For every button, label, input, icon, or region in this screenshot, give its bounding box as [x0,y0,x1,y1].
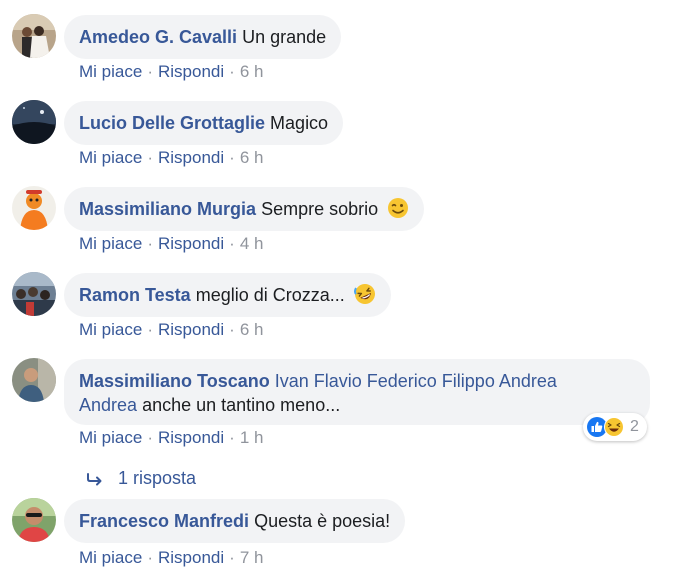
comment-text: Un grande [242,27,327,47]
night-sky-avatar[interactable] [12,100,56,144]
separator-dot: · [147,320,153,339]
separator-dot: · [147,428,153,447]
like-link[interactable]: Mi piace [79,320,142,339]
comment-text: Questa è poesia! [254,511,391,531]
comment-text: Magico [270,113,329,133]
comment-timestamp[interactable]: 6 h [240,148,264,167]
comment-bubble: Massimiliano Murgia Sempre sobrio [64,187,425,231]
comment-actions: Mi piace · Rispondi · 1 h [79,428,263,448]
comment-actions: Mi piace · Rispondi · 6 h [79,62,263,82]
like-link[interactable]: Mi piace [79,548,142,567]
like-link[interactable]: Mi piace [79,428,142,447]
replies-count-label[interactable]: 1 risposta [118,468,196,488]
orange-cartoon-avatar[interactable] [12,186,56,230]
comment-timestamp[interactable]: 7 h [240,548,264,567]
wedding-photo-avatar[interactable] [12,14,56,58]
comment-bubble: Francesco Manfredi Questa è poesia! [64,499,406,543]
separator-dot: · [147,234,153,253]
crowd-photo-avatar[interactable] [12,272,56,316]
comment-actions: Mi piace · Rispondi · 6 h [79,148,263,168]
like-link[interactable]: Mi piace [79,62,142,81]
mention-link[interactable]: Andrea [79,395,137,415]
comment-text: meglio di Crozza... [195,285,345,305]
comment-timestamp[interactable]: 4 h [240,234,264,253]
separator-dot: · [229,320,235,339]
reply-arrow-icon [87,473,102,486]
comment-text: anche un tantino meno... [142,395,341,415]
comment-timestamp[interactable]: 6 h [240,320,264,339]
reply-link[interactable]: Rispondi [158,428,224,447]
mention-link[interactable]: Ivan Flavio Federico Filippo Andrea [275,371,557,391]
comment-timestamp[interactable]: 6 h [240,62,264,81]
comment-bubble: Amedeo G. Cavalli Un grande [64,15,342,59]
reply-link[interactable]: Rispondi [158,62,224,81]
comment-actions: Mi piace · Rispondi · 7 h [79,548,263,568]
separator-dot: · [229,234,235,253]
separator-dot: · [147,62,153,81]
reactions-badge[interactable]: 2 [583,413,647,441]
haha-reaction-icon [604,417,624,437]
wink-emoji-icon [388,198,409,218]
view-replies-link[interactable]: 1 risposta [86,467,196,489]
reply-link[interactable]: Rispondi [158,548,224,567]
like-link[interactable]: Mi piace [79,148,142,167]
comment-author[interactable]: Amedeo G. Cavalli [79,27,237,47]
comment-author[interactable]: Ramon Testa [79,285,191,305]
reply-link[interactable]: Rispondi [158,234,224,253]
like-link[interactable]: Mi piace [79,234,142,253]
comment-author[interactable]: Massimiliano Toscano [79,371,270,391]
man-sunglasses-avatar[interactable] [12,498,56,542]
man-portrait-avatar[interactable] [12,358,56,402]
comment-timestamp[interactable]: 1 h [240,428,264,447]
separator-dot: · [229,62,235,81]
separator-dot: · [147,148,153,167]
separator-dot: · [147,548,153,567]
comment-author[interactable]: Francesco Manfredi [79,511,249,531]
comment-actions: Mi piace · Rispondi · 4 h [79,234,263,254]
comment-text: Sempre sobrio [261,199,379,219]
reply-link[interactable]: Rispondi [158,320,224,339]
comment-bubble: Massimiliano Toscano Ivan Flavio Federic… [64,359,650,425]
separator-dot: · [229,548,235,567]
separator-dot: · [229,148,235,167]
comment-author[interactable]: Massimiliano Murgia [79,199,256,219]
reactions-count: 2 [630,418,639,435]
comment-bubble: Ramon Testa meglio di Crozza... [64,273,391,317]
comment-actions: Mi piace · Rispondi · 6 h [79,320,263,340]
rolling-laughing-emoji-icon [353,284,375,304]
reply-link[interactable]: Rispondi [158,148,224,167]
comment-bubble: Lucio Delle Grottaglie Magico [64,101,344,145]
comment-author[interactable]: Lucio Delle Grottaglie [79,113,265,133]
separator-dot: · [229,428,235,447]
